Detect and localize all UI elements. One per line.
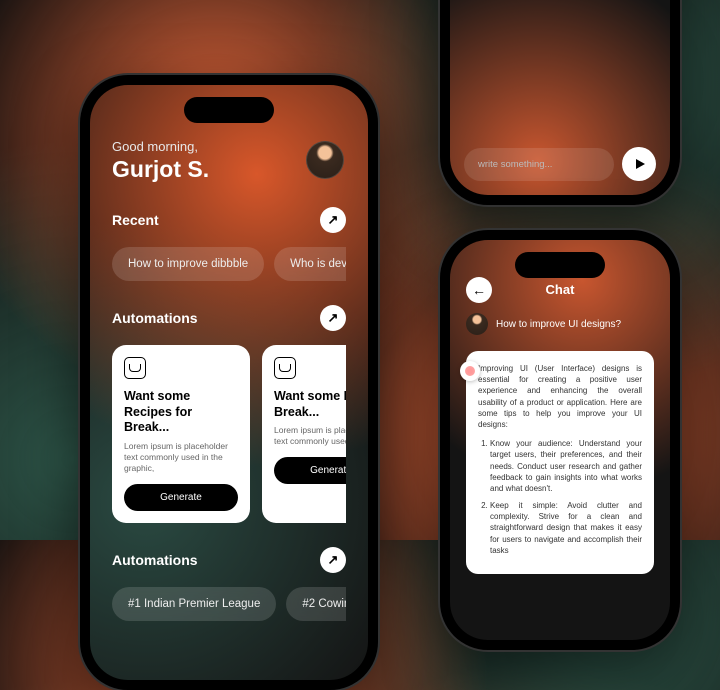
bag-icon: [274, 357, 296, 379]
send-button[interactable]: [622, 147, 656, 181]
ai-response-card: Improving UI (User Interface) designs is…: [466, 351, 654, 574]
phone-chat: ← Chat How to improve UI designs? Improv…: [440, 230, 680, 650]
section-title-automations: Automations: [112, 310, 198, 326]
card-title: Want some Rec for Break...: [274, 389, 346, 420]
avatar: [466, 313, 488, 335]
card-desc: Lorem ipsum is placeholder text commonly…: [124, 441, 238, 474]
recent-chip[interactable]: How to improve dibbble: [112, 247, 264, 281]
arrow-icon: ↗: [328, 552, 339, 568]
ai-avatar-icon: [460, 361, 480, 381]
response-tip: Keep it simple: Avoid clutter and comple…: [490, 500, 642, 556]
section-title-automations2: Automations: [112, 552, 198, 568]
arrow-icon: ↗: [328, 212, 339, 228]
expand-automations2-button[interactable]: ↗: [320, 547, 346, 573]
screen-chat: ← Chat How to improve UI designs? Improv…: [450, 240, 670, 640]
generate-button[interactable]: Generate: [274, 457, 346, 484]
recent-chip[interactable]: Who is developer o: [274, 247, 346, 281]
card-title: Want some Recipes for Break...: [124, 389, 238, 436]
automation-card[interactable]: Want some Rec for Break... Lorem ipsum i…: [262, 345, 346, 523]
phone-chat-bottom: complexity. Strive for a clean and strai…: [440, 0, 680, 205]
recent-chips: How to improve dibbble Who is developer …: [112, 247, 346, 281]
screen-chat-bottom: complexity. Strive for a clean and strai…: [450, 0, 670, 195]
expand-recent-button[interactable]: ↗: [320, 207, 346, 233]
generate-button[interactable]: Generate: [124, 484, 238, 511]
arrow-icon: ↗: [328, 310, 339, 326]
chat-input-row: write something...: [464, 147, 656, 181]
trending-chip[interactable]: #2 Cowin: [286, 587, 346, 621]
notch: [515, 252, 605, 278]
bag-icon: [124, 357, 146, 379]
response-tip: Know your audience: Understand your targ…: [490, 438, 642, 494]
trending-chip[interactable]: #1 Indian Premier League: [112, 587, 276, 621]
notch: [184, 97, 274, 123]
page-title: Chat: [546, 282, 575, 297]
avatar[interactable]: [306, 141, 344, 179]
phone-home: Good morning, Gurjot S. Recent ↗ How to …: [80, 75, 378, 690]
back-button[interactable]: ←: [466, 277, 492, 303]
screen-home: Good morning, Gurjot S. Recent ↗ How to …: [90, 85, 368, 680]
chat-input[interactable]: write something...: [464, 148, 614, 181]
section-automations2-header: Automations ↗: [112, 547, 346, 573]
arrow-left-icon: ←: [472, 282, 486, 298]
automation-card[interactable]: Want some Recipes for Break... Lorem ips…: [112, 345, 250, 523]
user-query-text: How to improve UI designs?: [496, 319, 621, 330]
section-title-recent: Recent: [112, 212, 159, 228]
expand-automations-button[interactable]: ↗: [320, 305, 346, 331]
automation-cards: Want some Recipes for Break... Lorem ips…: [112, 345, 346, 523]
section-recent-header: Recent ↗: [112, 207, 346, 233]
bottom-chips: #1 Indian Premier League #2 Cowin: [112, 587, 346, 621]
send-icon: [636, 159, 645, 169]
response-tips-list: Know your audience: Understand your targ…: [490, 438, 642, 556]
section-automations-header: Automations ↗: [112, 305, 346, 331]
user-query-row: How to improve UI designs?: [450, 297, 670, 345]
response-intro: Improving UI (User Interface) designs is…: [478, 363, 642, 430]
card-desc: Lorem ipsum is placeholder text commonly…: [274, 425, 346, 447]
